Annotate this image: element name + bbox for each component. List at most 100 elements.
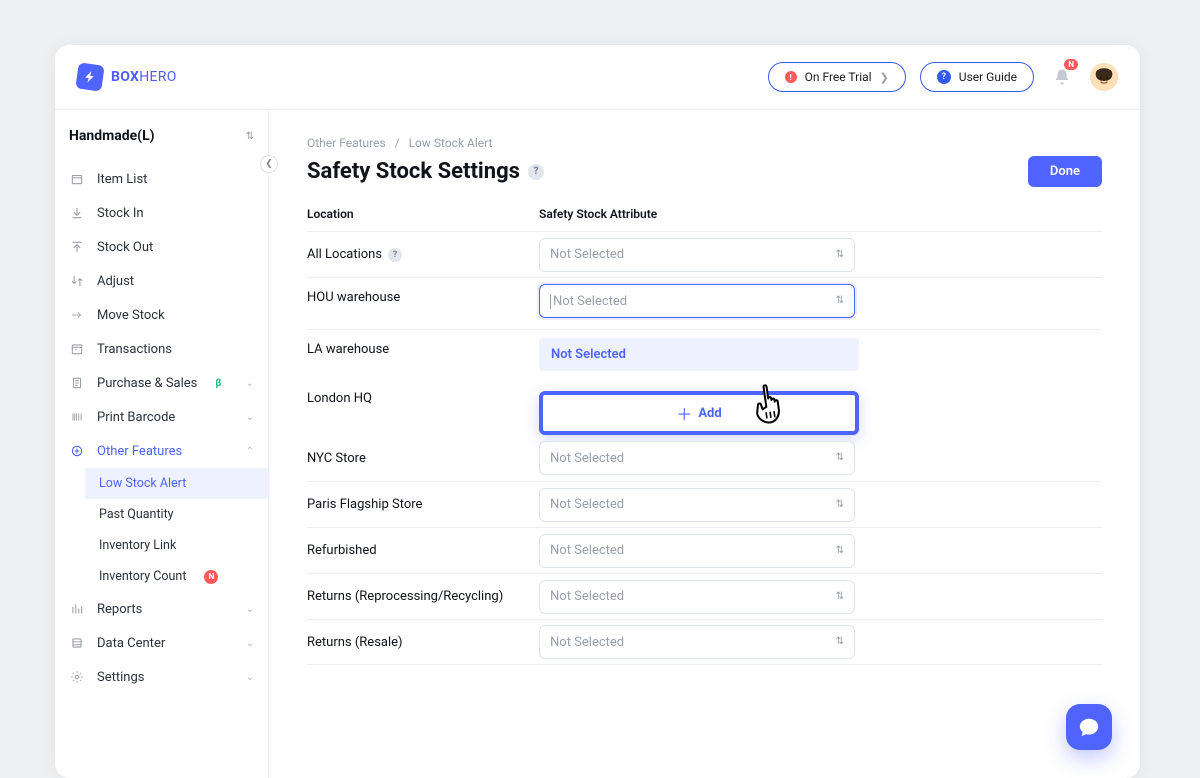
- sidebar-item-data-center[interactable]: Data Center⌄: [55, 626, 268, 660]
- chevron-down-icon: ⌄: [246, 412, 254, 423]
- breadcrumb-parent[interactable]: Other Features: [307, 136, 386, 150]
- workspace-switcher-icon[interactable]: ⇅: [246, 131, 254, 142]
- user-avatar[interactable]: [1090, 63, 1118, 91]
- chat-icon: [1078, 716, 1100, 738]
- updown-icon: ⇅: [836, 500, 844, 510]
- sidebar-item-reports[interactable]: Reports⌄: [55, 592, 268, 626]
- chat-fab-button[interactable]: [1066, 704, 1112, 750]
- sidebar-item-item-list[interactable]: Item List: [55, 162, 268, 196]
- location-label: HOU warehouse: [307, 284, 539, 305]
- logo-text: BOXHERO: [111, 69, 177, 85]
- chevron-down-icon: ⌄: [246, 672, 254, 683]
- location-label: Refurbished: [307, 543, 539, 558]
- row-all-locations: All Locations? Not Selected⇅: [307, 231, 1102, 277]
- new-badge: N: [204, 570, 218, 584]
- updown-icon: ⇅: [836, 250, 844, 260]
- row-returns-reprocessing: Returns (Reprocessing/Recycling) Not Sel…: [307, 573, 1102, 619]
- help-icon[interactable]: ?: [528, 164, 544, 180]
- swap-icon: [69, 273, 85, 289]
- sidebar-sub-inventory-link[interactable]: Inventory Link: [85, 530, 268, 561]
- column-header-attribute: Safety Stock Attribute: [539, 207, 1102, 221]
- row-nyc-store: NYC Store Not Selected⇅: [307, 435, 1102, 481]
- row-paris-flagship: Paris Flagship Store Not Selected⇅: [307, 481, 1102, 527]
- location-label: Paris Flagship Store: [307, 497, 539, 512]
- updown-icon: ⇅: [836, 592, 844, 602]
- chart-icon: [69, 601, 85, 617]
- sidebar-sub-past-quantity[interactable]: Past Quantity: [85, 499, 268, 530]
- row-refurbished: Refurbished Not Selected⇅: [307, 527, 1102, 573]
- attribute-select-returns-resale[interactable]: Not Selected⇅: [539, 625, 855, 659]
- attribute-select-paris[interactable]: Not Selected⇅: [539, 488, 855, 522]
- alert-dot-icon: !: [785, 71, 797, 83]
- user-guide-label: User Guide: [959, 70, 1017, 84]
- chevron-down-icon: ⌄: [246, 604, 254, 615]
- beta-badge: β: [215, 378, 221, 389]
- arrow-right-icon: [69, 307, 85, 323]
- attribute-select-returns-rr[interactable]: Not Selected⇅: [539, 580, 855, 614]
- content-pane: Other Features / Low Stock Alert Safety …: [269, 110, 1140, 778]
- sidebar-item-stock-out[interactable]: Stock Out: [55, 230, 268, 264]
- location-label: Returns (Reprocessing/Recycling): [307, 589, 539, 604]
- barcode-icon: [69, 409, 85, 425]
- sidebar-item-other-features[interactable]: Other Features⌃: [55, 434, 268, 468]
- avatar-face-icon: [1090, 63, 1118, 91]
- updown-icon: ⇅: [836, 637, 844, 647]
- trial-pill[interactable]: ! On Free Trial ❯: [768, 62, 906, 92]
- sidebar-item-adjust[interactable]: Adjust: [55, 264, 268, 298]
- updown-icon: ⇅: [836, 453, 844, 463]
- gear-icon: [69, 669, 85, 685]
- app-window: BOXHERO ! On Free Trial ❯ ? User Guide N…: [55, 45, 1140, 778]
- sidebar: ❮ Handmade(L) ⇅ Item List Stock In Stock…: [55, 110, 269, 778]
- notifications-button[interactable]: N: [1048, 63, 1076, 91]
- page-title: Safety Stock Settings ?: [307, 159, 544, 184]
- updown-icon: ⇅: [836, 546, 844, 556]
- location-label: London HQ: [307, 383, 539, 406]
- row-la-warehouse: LA warehouse Not Selected: [307, 329, 1102, 375]
- box-icon: [69, 171, 85, 187]
- sidebar-item-purchase-sales[interactable]: Purchase & Salesβ⌄: [55, 366, 268, 400]
- chevron-right-icon: ❯: [880, 71, 889, 84]
- workspace-name: Handmade(L): [69, 128, 155, 144]
- attribute-select-nyc[interactable]: Not Selected⇅: [539, 441, 855, 475]
- column-header-location: Location: [307, 207, 539, 221]
- attribute-select-all[interactable]: Not Selected⇅: [539, 238, 855, 272]
- row-london-hq: London HQ ＋ Add: [307, 375, 1102, 435]
- sidebar-sub-inventory-count[interactable]: Inventory CountN: [85, 561, 268, 592]
- dropdown-option-not-selected[interactable]: Not Selected: [539, 338, 859, 371]
- updown-icon: ⇅: [836, 296, 844, 306]
- plus-icon: ＋: [676, 401, 692, 425]
- dropdown-add-button[interactable]: ＋ Add: [539, 391, 859, 435]
- document-icon: [69, 375, 85, 391]
- help-icon[interactable]: ?: [388, 248, 402, 262]
- sidebar-item-transactions[interactable]: Transactions: [55, 332, 268, 366]
- sidebar-sub-low-stock-alert[interactable]: Low Stock Alert: [85, 468, 268, 499]
- breadcrumb: Other Features / Low Stock Alert: [307, 136, 1102, 150]
- calendar-icon: [69, 341, 85, 357]
- trial-label: On Free Trial: [805, 70, 872, 84]
- attribute-select-hou[interactable]: Not Selected ⇅: [539, 284, 855, 318]
- arrow-up-icon: [69, 239, 85, 255]
- sidebar-item-stock-in[interactable]: Stock In: [55, 196, 268, 230]
- sidebar-item-print-barcode[interactable]: Print Barcode⌄: [55, 400, 268, 434]
- plus-circle-icon: [69, 443, 85, 459]
- database-icon: [69, 635, 85, 651]
- bell-icon: [1053, 68, 1071, 86]
- top-bar: BOXHERO ! On Free Trial ❯ ? User Guide N: [55, 45, 1140, 110]
- arrow-down-icon: [69, 205, 85, 221]
- attribute-select-refurbished[interactable]: Not Selected⇅: [539, 534, 855, 568]
- row-hou-warehouse: HOU warehouse Not Selected ⇅: [307, 277, 1102, 329]
- row-returns-resale: Returns (Resale) Not Selected⇅: [307, 619, 1102, 665]
- chevron-down-icon: ⌄: [246, 378, 254, 389]
- notif-badge: N: [1064, 59, 1078, 70]
- location-label: NYC Store: [307, 451, 539, 466]
- sidebar-item-move-stock[interactable]: Move Stock: [55, 298, 268, 332]
- location-label: All Locations?: [307, 247, 539, 262]
- location-label: LA warehouse: [307, 342, 539, 357]
- sidebar-item-settings[interactable]: Settings⌄: [55, 660, 268, 694]
- user-guide-pill[interactable]: ? User Guide: [920, 62, 1034, 92]
- breadcrumb-current[interactable]: Low Stock Alert: [409, 136, 493, 150]
- chevron-down-icon: ⌄: [246, 638, 254, 649]
- help-dot-icon: ?: [937, 70, 951, 84]
- done-button[interactable]: Done: [1028, 156, 1102, 187]
- brand-logo[interactable]: BOXHERO: [77, 64, 177, 90]
